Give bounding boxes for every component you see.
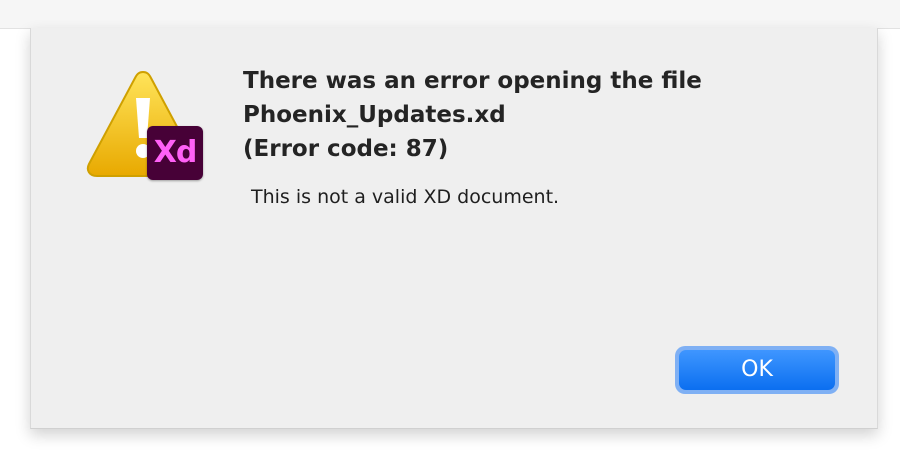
title-line-error-code: (Error code: 87) [243,136,449,162]
dialog-title: There was an error opening the file Phoe… [243,64,843,166]
title-line-1: There was an error opening the file [243,68,702,94]
xd-app-badge-icon: Xd [147,126,203,180]
dialog-message: This is not a valid XD document. [251,186,560,208]
title-line-filename: Phoenix_Updates.xd [243,102,506,128]
ok-button-label: OK [679,350,835,390]
alert-icon: Xd [83,68,207,184]
background-window-strip [0,0,900,29]
ok-button[interactable]: OK [675,346,839,394]
error-alert-dialog: Xd There was an error opening the file P… [30,28,878,429]
